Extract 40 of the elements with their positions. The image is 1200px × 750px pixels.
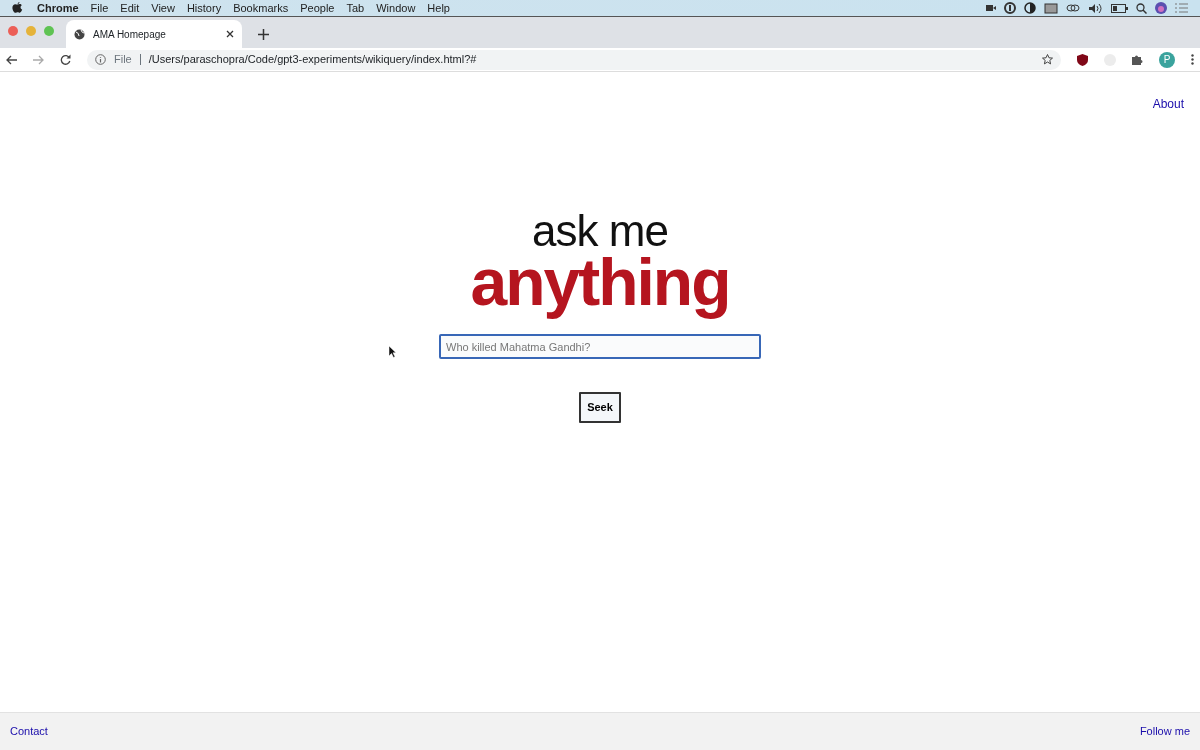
contact-link[interactable]: Contact bbox=[10, 723, 48, 740]
follow-me-link[interactable]: Follow me bbox=[1139, 723, 1190, 740]
url-text: /Users/paraschopra/Code/gpt3-experiments/wikiquery/index.html?# bbox=[148, 52, 477, 68]
address-bar[interactable]: File /Users/paraschopra/Code/gpt3-experiments/wikiquery/index.html?# bbox=[87, 49, 1061, 70]
more-menu-icon[interactable] bbox=[1191, 54, 1194, 65]
menu-item[interactable]: History bbox=[180, 0, 228, 17]
lock-circle-icon[interactable] bbox=[1004, 2, 1016, 14]
back-arrow-icon[interactable] bbox=[6, 54, 17, 65]
about-link[interactable]: About bbox=[1152, 95, 1184, 113]
tab-title: AMA Homepage bbox=[93, 27, 167, 42]
browser-tab[interactable]: AMA Homepage bbox=[66, 20, 242, 48]
search-icon[interactable] bbox=[1136, 2, 1147, 14]
mouse-cursor-icon bbox=[389, 346, 397, 358]
display-icon[interactable] bbox=[1044, 2, 1058, 14]
app-menu[interactable]: Chrome bbox=[31, 0, 85, 17]
menu-item[interactable]: Tab bbox=[340, 0, 371, 17]
question-field[interactable]: Who killed Mahatma Gandhi? bbox=[439, 334, 761, 360]
orb-icon[interactable] bbox=[1155, 2, 1167, 14]
close-window-icon[interactable] bbox=[8, 26, 18, 36]
menu-item[interactable]: Help bbox=[421, 0, 456, 17]
shield-icon[interactable] bbox=[1077, 53, 1088, 66]
new-tab-icon[interactable] bbox=[258, 29, 269, 40]
close-icon[interactable] bbox=[226, 30, 234, 38]
menu-item[interactable]: Window bbox=[370, 0, 422, 17]
menu-item[interactable]: People bbox=[294, 0, 341, 17]
apple-logo-icon[interactable] bbox=[12, 2, 23, 14]
info-icon bbox=[95, 54, 106, 65]
link-icon[interactable] bbox=[1066, 3, 1080, 13]
menu-item[interactable]: Edit bbox=[114, 0, 146, 17]
seek-button[interactable]: Seek bbox=[579, 392, 621, 423]
menu-item[interactable]: Bookmarks bbox=[227, 0, 295, 17]
battery-icon[interactable] bbox=[1111, 3, 1128, 13]
menu-item[interactable]: View bbox=[145, 0, 181, 17]
star-icon[interactable] bbox=[1042, 54, 1053, 65]
reload-icon[interactable] bbox=[60, 54, 71, 65]
menu-item[interactable]: File bbox=[84, 0, 115, 17]
half-circle-icon[interactable] bbox=[1024, 2, 1036, 14]
volume-icon[interactable] bbox=[1088, 2, 1103, 14]
url-scheme: File bbox=[114, 54, 141, 65]
camera-icon[interactable] bbox=[986, 4, 996, 12]
